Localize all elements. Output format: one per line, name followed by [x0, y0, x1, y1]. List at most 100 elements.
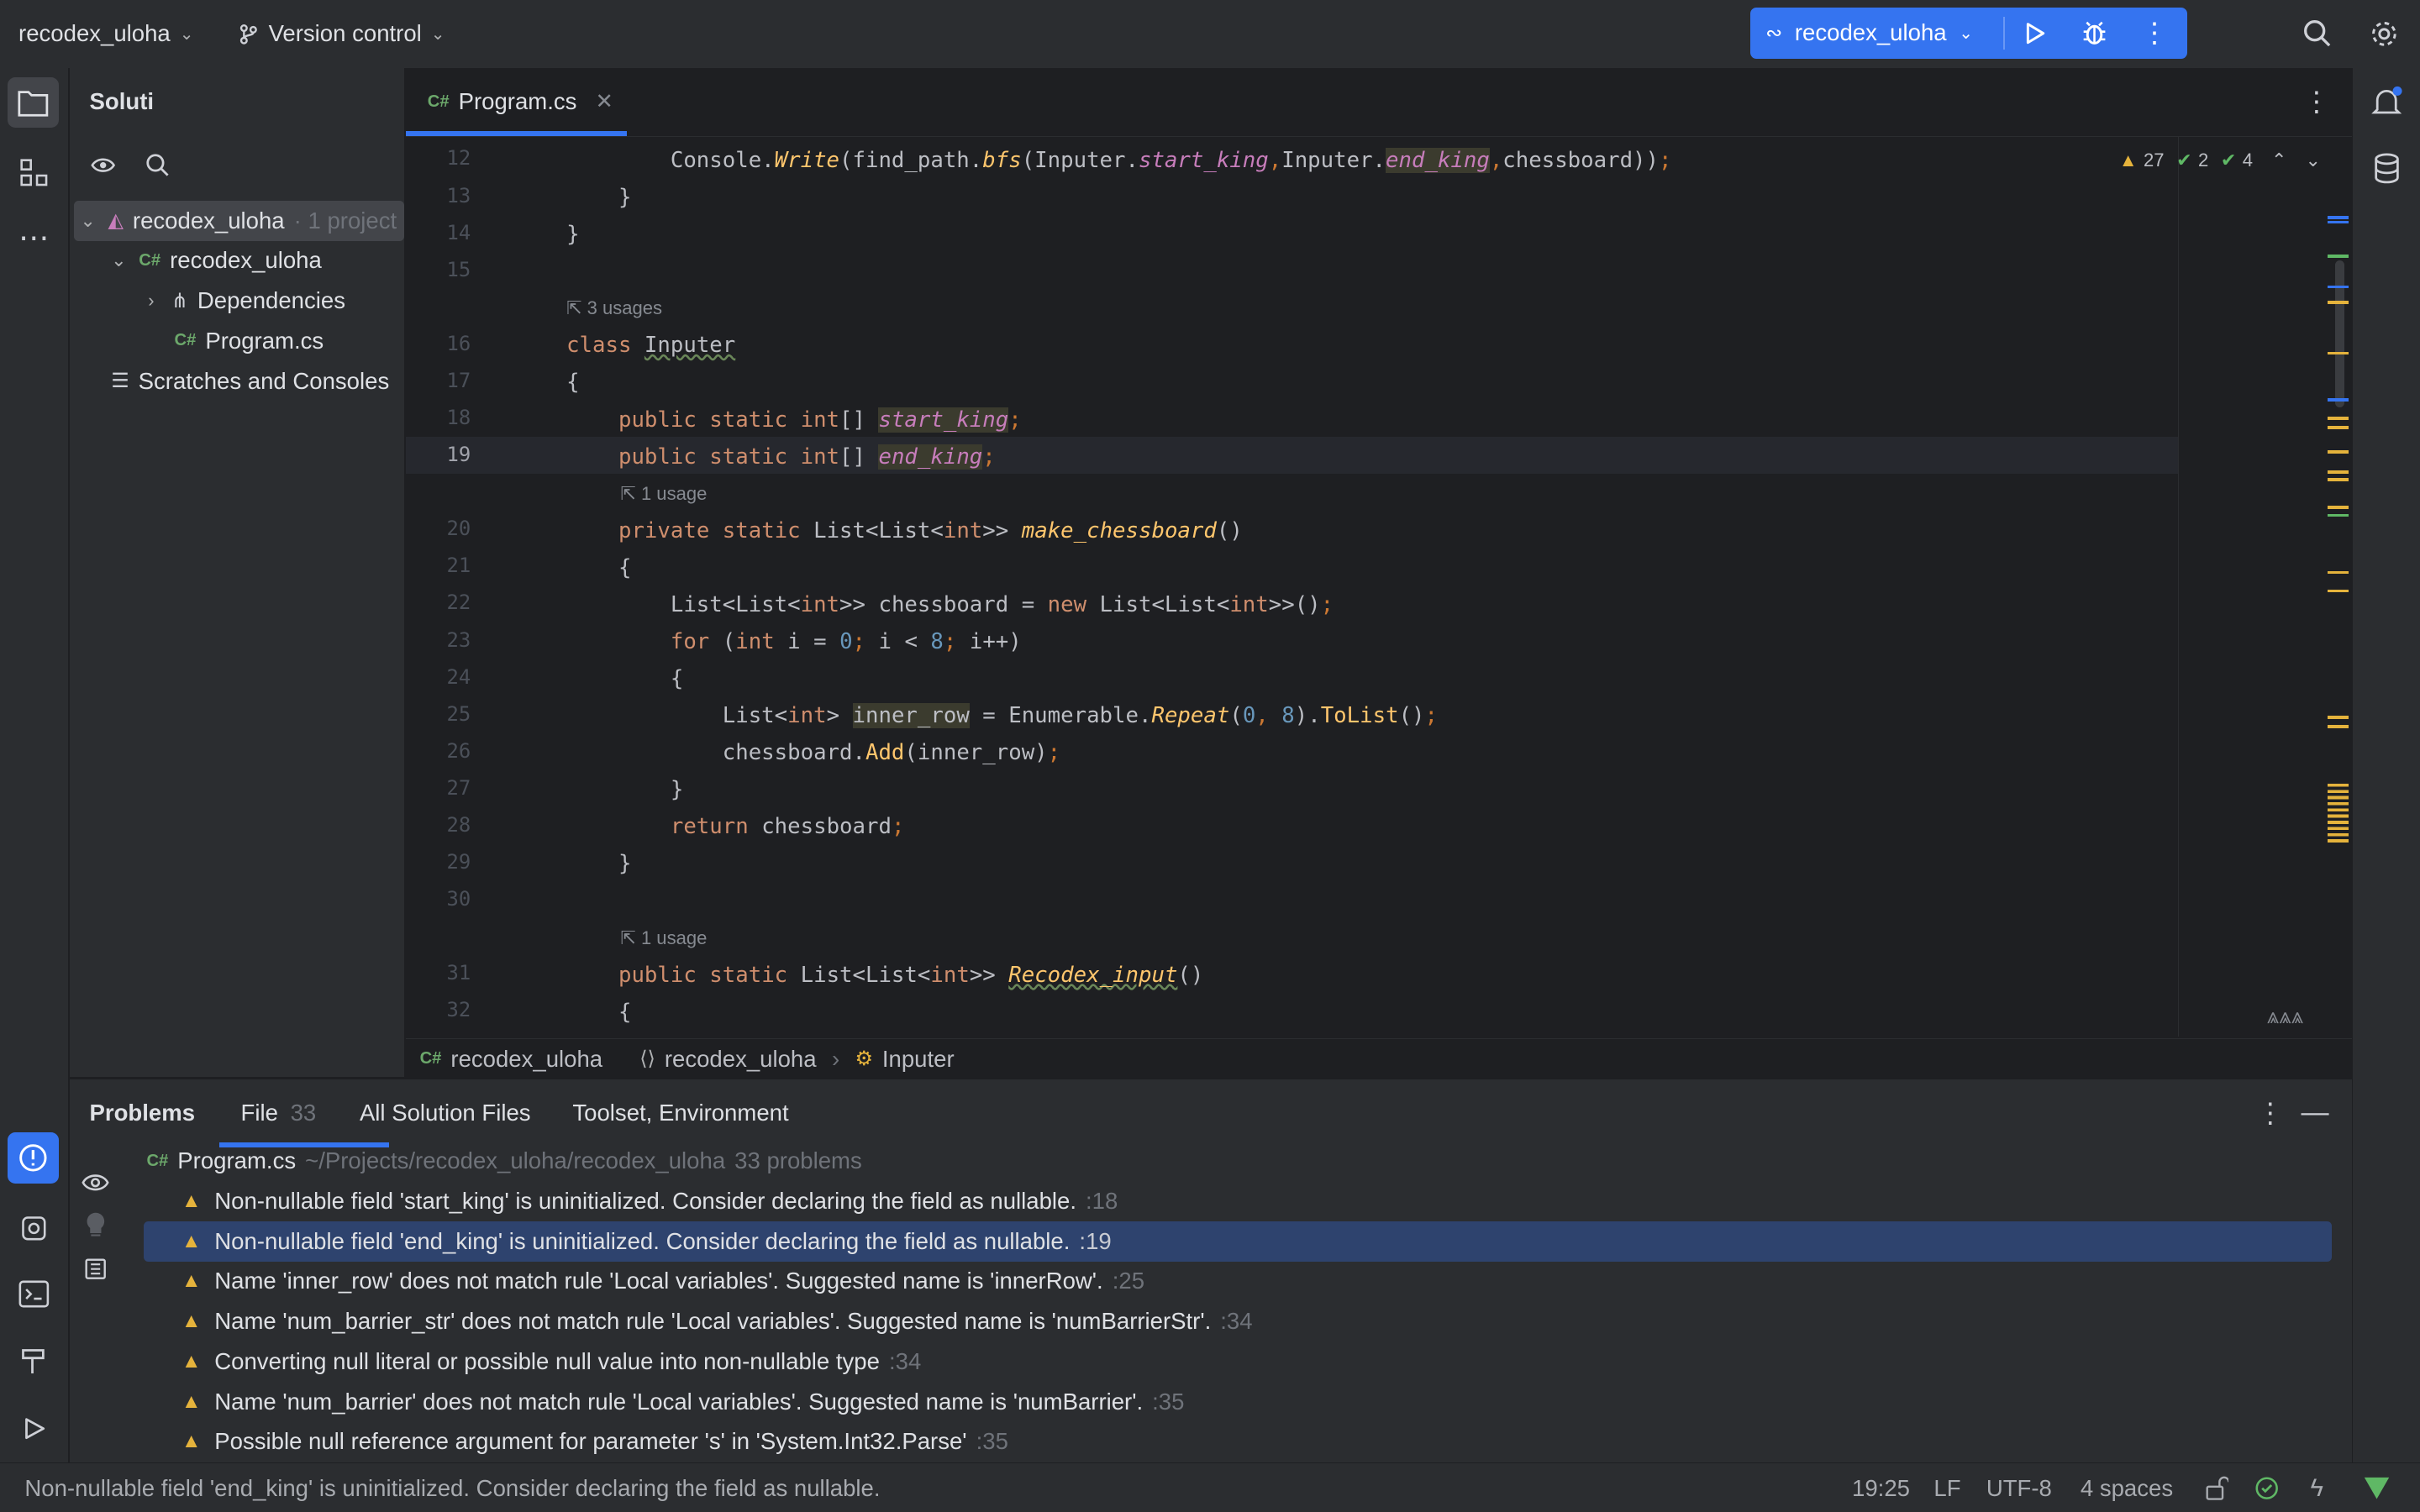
breadcrumb-class[interactable]: ⚙ Inputer	[855, 1046, 954, 1073]
error-stripe-marker[interactable]	[2327, 285, 2349, 289]
tree-item-project[interactable]: ⌄ C# recodex_uloha	[108, 241, 322, 281]
breadcrumb-namespace[interactable]: ⟨⟩ recodex_uloha	[639, 1046, 816, 1073]
project-selector[interactable]: recodex_uloha ⌄	[18, 0, 194, 68]
show-preview-button[interactable]	[79, 1166, 113, 1200]
settings-button[interactable]	[2366, 15, 2403, 52]
line-separator[interactable]: LF	[1933, 1463, 1960, 1512]
branch-icon	[239, 24, 257, 45]
indent-setting[interactable]: 4 spaces	[2081, 1463, 2173, 1512]
error-stripe-marker[interactable]	[2327, 470, 2349, 474]
error-stripe-marker[interactable]	[2327, 216, 2349, 219]
problem-item[interactable]: ▲ Name 'inner_row' does not match rule '…	[144, 1262, 2332, 1302]
notifications-button[interactable]	[2368, 83, 2405, 120]
lock-icon[interactable]	[2204, 1463, 2229, 1512]
problems-options-button[interactable]: ⋮	[2254, 1096, 2287, 1130]
more-actions-button[interactable]: ⋮	[2136, 8, 2173, 59]
terminal-icon	[18, 1281, 50, 1308]
services-tool-button[interactable]	[15, 1210, 52, 1247]
problems-tool-button[interactable]	[8, 1132, 59, 1184]
project-tool-button[interactable]	[8, 76, 59, 129]
problem-item[interactable]: ▲ Name 'num_barrier_str' does not match …	[144, 1301, 2332, 1341]
error-stripe-marker[interactable]	[2327, 351, 2349, 355]
power-save-icon[interactable]: ϟ	[2311, 1463, 2324, 1512]
error-stripe-marker[interactable]	[2327, 220, 2349, 224]
error-stripe-marker[interactable]	[2327, 725, 2349, 728]
breadcrumb-project[interactable]: C# recodex_uloha	[420, 1046, 603, 1073]
run-tool-button[interactable]	[15, 1410, 52, 1447]
error-stripe-marker[interactable]	[2327, 425, 2349, 429]
problems-file-row[interactable]: C# Program.cs ~/Projects/recodex_uloha/r…	[146, 1141, 2334, 1181]
error-stripe-marker[interactable]	[2327, 513, 2349, 517]
usages-hint[interactable]: ⇱ 1 usage	[620, 483, 707, 505]
tab-all-solution-files[interactable]: All Solution Files	[360, 1079, 531, 1147]
tree-item-scratches[interactable]: ☰ Scratches and Consoles	[111, 361, 389, 402]
error-stripe-cluster[interactable]	[2327, 784, 2349, 846]
chevron-up-icon[interactable]: ⌃	[2271, 150, 2286, 171]
tab-toolset-environment[interactable]: Toolset, Environment	[572, 1079, 788, 1147]
vcs-selector[interactable]: Version control ⌄	[238, 0, 445, 68]
problem-item[interactable]: ▲ Name 'num_barrier' does not match rule…	[144, 1382, 2332, 1422]
tree-item-program-cs[interactable]: C# Program.cs	[175, 321, 324, 361]
line-number: 32	[446, 998, 471, 1022]
tree-search-button[interactable]	[140, 148, 174, 181]
error-stripe-marker[interactable]	[2327, 397, 2349, 402]
code-editor[interactable]: 12 13 14 15 16 17 18 19 20 21 22 23 24 2…	[406, 137, 2353, 1037]
problem-line: :18	[1086, 1187, 1118, 1214]
usages-hint[interactable]: ⇱ 3 usages	[566, 297, 662, 319]
inspection-ok-icon[interactable]	[2254, 1463, 2279, 1512]
error-stripe-marker[interactable]	[2327, 450, 2349, 454]
code-line: public static List<List<int>> Recodex_in…	[618, 962, 1204, 988]
inspection-widget[interactable]: ▲ 27 ✔ 2 ✔ 4 ⌃ ⌄	[2119, 146, 2321, 174]
error-stripe-marker[interactable]	[2327, 255, 2349, 258]
error-stripe-marker[interactable]	[2327, 716, 2349, 719]
vim-icon[interactable]	[2363, 1463, 2391, 1512]
database-button[interactable]	[2368, 150, 2405, 186]
problem-line: :25	[1112, 1268, 1145, 1294]
terminal-tool-button[interactable]	[15, 1276, 52, 1313]
code-line: public static int[] end_king;	[618, 444, 996, 470]
tree-item-solution[interactable]: ⌄ ◭ recodex_uloha · 1 project	[74, 200, 405, 241]
run-config-label: recodex_uloha	[1794, 19, 1947, 46]
warning-icon: ▲	[181, 1310, 202, 1333]
file-encoding[interactable]: UTF-8	[1986, 1463, 2052, 1512]
services-icon	[22, 1215, 46, 1241]
tree-item-dependencies[interactable]: › ⋔ Dependencies	[140, 281, 345, 321]
tab-file[interactable]: File 33	[241, 1079, 317, 1147]
error-stripe-marker[interactable]	[2327, 416, 2349, 420]
error-stripe-marker[interactable]	[2327, 478, 2349, 482]
run-config-selector[interactable]: ∾ recodex_uloha ⌄	[1765, 8, 1973, 59]
error-stripe-marker[interactable]	[2327, 506, 2349, 510]
debug-button[interactable]	[2075, 8, 2112, 59]
separator	[2003, 17, 2005, 50]
quick-fix-button[interactable]	[79, 1209, 113, 1242]
search-button[interactable]	[2300, 15, 2337, 52]
editor-scrollbar[interactable]	[2334, 260, 2344, 407]
tab-program-cs[interactable]: C# Program.cs ✕	[428, 68, 613, 136]
caret-position[interactable]: 19:25	[1852, 1463, 1910, 1512]
code-line: }	[566, 185, 632, 211]
problem-item[interactable]: ▲ Non-nullable field 'start_king' is uni…	[144, 1181, 2332, 1221]
problem-item-selected[interactable]: ▲ Non-nullable field 'end_king' is unini…	[143, 1221, 2333, 1262]
group-by-button[interactable]	[79, 1252, 113, 1286]
build-tool-button[interactable]	[15, 1342, 52, 1379]
problem-item[interactable]: ▲ Possible null reference argument for p…	[144, 1422, 2332, 1462]
csharp-project-icon: C#	[139, 250, 161, 270]
more-tools-button[interactable]: ⋯	[15, 219, 52, 256]
hide-panel-button[interactable]: —	[2298, 1096, 2332, 1130]
tab-label: Toolset, Environment	[572, 1100, 789, 1126]
problem-item[interactable]: ▲ Converting null literal or possible nu…	[144, 1341, 2332, 1382]
usages-hint[interactable]: ⇱ 1 usage	[620, 927, 707, 949]
line-number: 28	[446, 812, 471, 837]
error-stripe-marker[interactable]	[2327, 570, 2349, 575]
ai-assistant-icon[interactable]: ⩓⩓⩓	[2267, 1005, 2304, 1030]
csharp-file-icon: C#	[427, 92, 450, 111]
chevron-down-icon[interactable]: ⌄	[2306, 150, 2321, 171]
structure-tool-button[interactable]	[15, 155, 52, 192]
double-check-icon: ✔	[2220, 149, 2237, 171]
explorer-view-button[interactable]	[88, 148, 122, 181]
tabs-more-button[interactable]: ⋮	[2298, 83, 2335, 120]
error-stripe-marker[interactable]	[2327, 301, 2349, 304]
run-button[interactable]	[2016, 8, 2053, 59]
error-stripe-marker[interactable]	[2327, 589, 2349, 593]
close-icon[interactable]: ✕	[595, 89, 613, 114]
